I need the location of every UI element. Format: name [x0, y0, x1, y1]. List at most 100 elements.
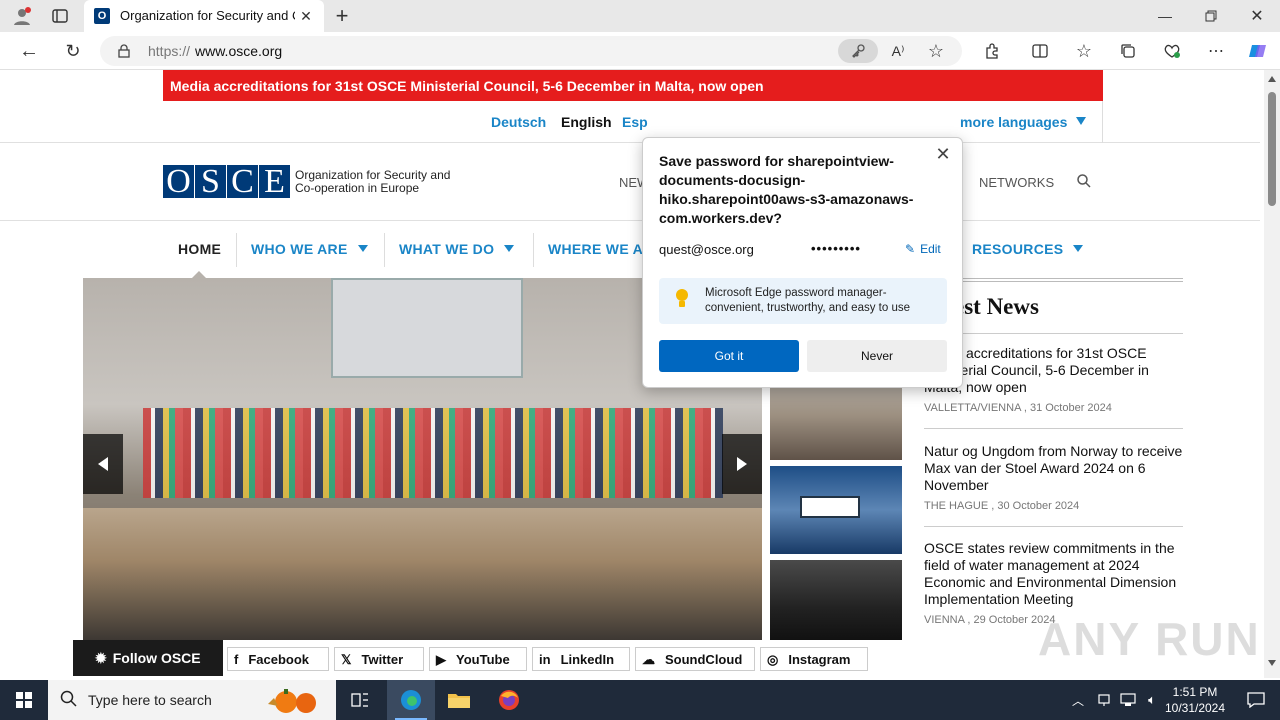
scroll-down-icon[interactable]: [1268, 660, 1276, 666]
url-host: www.osce.org: [195, 43, 283, 59]
minimize-icon[interactable]: —: [1150, 4, 1180, 28]
projection-screen: [331, 278, 523, 378]
news-divider: [924, 526, 1183, 527]
nav-who-we-are[interactable]: WHO WE ARE: [251, 241, 368, 257]
favorites-icon[interactable]: ☆: [1072, 38, 1096, 64]
more-menu-icon[interactable]: ⋯: [1204, 38, 1228, 64]
never-button[interactable]: Never: [807, 340, 947, 372]
news-item-2[interactable]: Natur og Ungdom from Norway to receive M…: [924, 443, 1184, 512]
extensions-icon[interactable]: [980, 38, 1004, 64]
edit-button[interactable]: ✎ Edit: [905, 242, 941, 256]
thumbnail-4[interactable]: [770, 560, 902, 640]
username-field: quest@osce.org: [659, 242, 754, 257]
social-twitter[interactable]: 𝕏 Twitter: [334, 647, 424, 671]
firefox-icon[interactable]: [485, 680, 533, 720]
osce-favicon-icon: O: [94, 8, 110, 24]
back-icon[interactable]: ←: [16, 38, 42, 64]
password-manager-tip: Microsoft Edge password manager- conveni…: [659, 278, 947, 324]
taskbar-clock[interactable]: 1:51 PM 10/31/2024: [1158, 684, 1232, 716]
copilot-icon[interactable]: [1246, 38, 1270, 64]
nav-what-we-do-label: WHAT WE DO: [399, 241, 495, 257]
news-title[interactable]: Natur og Ungdom from Norway to receive M…: [924, 443, 1184, 494]
network-icon[interactable]: [1092, 680, 1116, 720]
social-youtube-label: YouTube: [456, 652, 510, 667]
social-instagram[interactable]: ◎ Instagram: [760, 647, 868, 671]
notifications-icon[interactable]: [1232, 680, 1280, 720]
password-field: •••••••••: [811, 241, 861, 256]
nav-what-we-do[interactable]: WHAT WE DO: [399, 241, 515, 257]
slider-next-button[interactable]: [722, 434, 762, 494]
nav-divider: [236, 233, 237, 267]
nav-resources[interactable]: RESOURCES: [972, 241, 1084, 257]
news-item-1[interactable]: Media accreditations for 31st OSCE Minis…: [924, 345, 1184, 414]
slider-prev-button[interactable]: [83, 434, 123, 494]
halloween-pumpkin-icon: [264, 686, 326, 714]
favorite-star-icon[interactable]: ☆: [926, 41, 946, 61]
read-aloud-icon[interactable]: A⁾: [888, 41, 908, 61]
file-explorer-icon[interactable]: [435, 680, 483, 720]
social-instagram-label: Instagram: [788, 652, 851, 667]
logo-name-line2: Co-operation in Europe: [295, 180, 420, 195]
more-languages-link[interactable]: more languages: [960, 114, 1067, 130]
chevron-down-icon[interactable]: [1075, 116, 1087, 126]
conference-table: [83, 508, 762, 640]
new-tab-icon[interactable]: +: [330, 3, 354, 28]
logo-letter-e: E: [259, 163, 290, 200]
news-meta: THE HAGUE , 30 October 2024: [924, 500, 1080, 512]
osce-logo[interactable]: O S C E Organization for Security and Co…: [163, 163, 450, 200]
logo-letter-c: C: [227, 163, 258, 200]
nav-home[interactable]: HOME: [178, 241, 221, 257]
url-field[interactable]: https:// www.osce.org A⁾ ☆: [100, 36, 962, 66]
tab-osce[interactable]: O Organization for Security and Co ✕: [84, 0, 324, 32]
edge-taskbar-icon[interactable]: [387, 680, 435, 720]
scroll-up-icon[interactable]: [1268, 76, 1276, 82]
news-title[interactable]: Media accreditations for 31st OSCE Minis…: [924, 345, 1184, 396]
news-title[interactable]: OSCE states review commitments in the fi…: [924, 540, 1184, 608]
lang-divider: [1102, 101, 1103, 143]
taskbar-search-box[interactable]: Type here to search: [48, 680, 336, 720]
social-linkedin[interactable]: in LinkedIn: [532, 647, 630, 671]
x-twitter-icon: 𝕏: [341, 652, 352, 667]
browser-tab-bar: O Organization for Security and Co ✕ + —…: [0, 0, 1280, 32]
ethernet-icon[interactable]: [1116, 680, 1140, 720]
site-header: O S C E Organization for Security and Co…: [0, 143, 1260, 221]
windows-start-icon[interactable]: [0, 680, 48, 720]
tab-actions-icon[interactable]: [48, 4, 72, 28]
close-tab-icon[interactable]: ✕: [298, 8, 314, 24]
lang-espanol[interactable]: Esp: [622, 114, 648, 130]
instagram-icon: ◎: [767, 652, 779, 667]
refresh-icon[interactable]: ↻: [60, 38, 86, 64]
split-screen-icon[interactable]: [1028, 38, 1052, 64]
social-soundcloud[interactable]: ☁ SoundCloud: [635, 647, 755, 671]
profile-icon[interactable]: [10, 4, 34, 28]
lock-icon[interactable]: [116, 43, 132, 59]
page-viewport: Media accreditations for 31st OSCE Minis…: [0, 70, 1280, 678]
nav-where-we-are[interactable]: WHERE WE AR: [548, 241, 653, 257]
top-nav-networks[interactable]: NETWORKS: [979, 175, 1054, 190]
announcement-banner[interactable]: Media accreditations for 31st OSCE Minis…: [163, 70, 1103, 101]
collections-icon[interactable]: [1116, 38, 1140, 64]
close-window-icon[interactable]: ✕: [1242, 4, 1272, 28]
lightbulb-icon: [675, 288, 689, 310]
search-icon[interactable]: [1076, 173, 1092, 189]
browser-essentials-icon[interactable]: [1160, 38, 1184, 64]
scroll-thumb[interactable]: [1268, 92, 1276, 206]
nav-who-we-are-label: WHO WE ARE: [251, 241, 348, 257]
social-youtube[interactable]: ▶ YouTube: [429, 647, 527, 671]
task-view-icon[interactable]: [336, 680, 384, 720]
lang-english: English: [561, 114, 612, 130]
tab-title: Organization for Security and Co: [120, 8, 295, 23]
password-key-icon[interactable]: [838, 39, 878, 63]
restore-icon[interactable]: [1196, 4, 1226, 28]
lang-deutsch[interactable]: Deutsch: [491, 114, 546, 130]
show-hidden-icons-icon[interactable]: ︿: [1066, 680, 1090, 720]
thumbnail-3[interactable]: [770, 466, 902, 554]
page-scrollbar[interactable]: [1264, 70, 1280, 678]
logo-letter-o: O: [163, 163, 194, 200]
social-facebook[interactable]: f Facebook: [227, 647, 329, 671]
follow-osce-button[interactable]: ✹ Follow OSCE: [73, 640, 223, 676]
url-scheme: https://: [148, 43, 191, 59]
dialog-title: Save password for sharepointview-documen…: [659, 153, 914, 226]
close-icon[interactable]: ✕: [932, 144, 954, 166]
got-it-button[interactable]: Got it: [659, 340, 799, 372]
